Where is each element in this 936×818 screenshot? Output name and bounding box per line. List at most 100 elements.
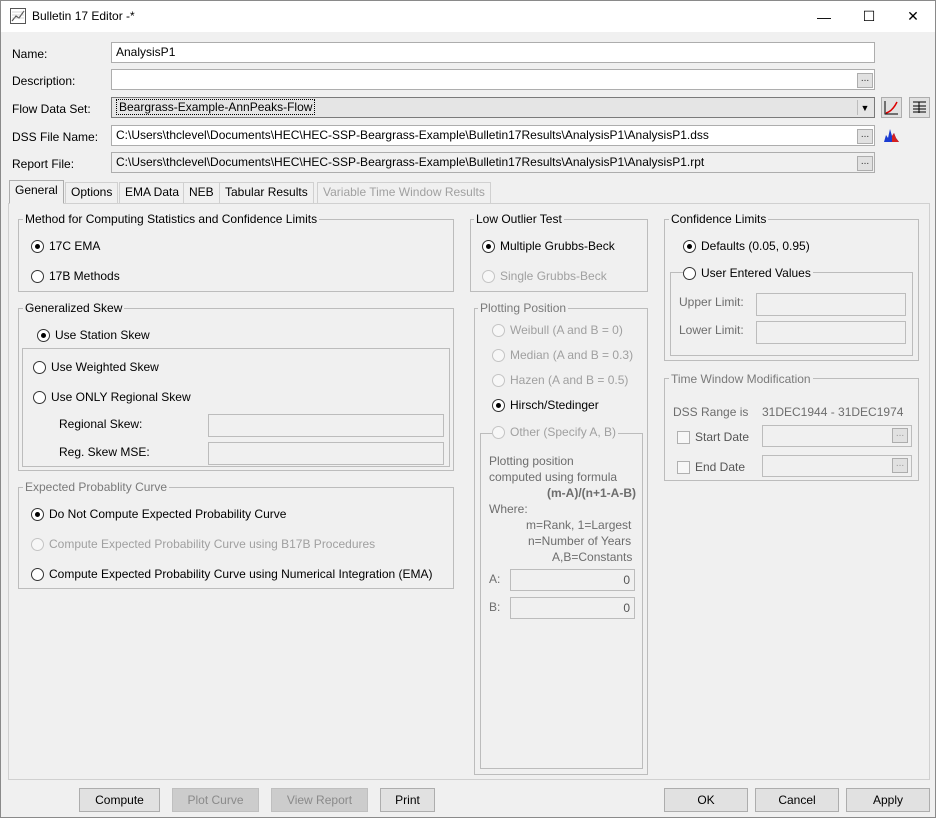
formula-expression: (m-A)/(n+1-A-B) — [547, 486, 636, 500]
weibull-radio: Weibull (A and B = 0) — [492, 323, 623, 337]
flow-data-set-value: Beargrass-Example-AnnPeaks-Flow — [116, 99, 316, 115]
radio-icon — [683, 266, 696, 280]
upper-limit-field[interactable] — [756, 293, 906, 316]
method-17c-ema-radio[interactable]: 17C EMA — [31, 239, 100, 253]
use-only-regional-skew-label: Use ONLY Regional Skew — [51, 390, 191, 404]
use-weighted-skew-label: Use Weighted Skew — [51, 360, 159, 374]
ok-button[interactable]: OK — [664, 788, 748, 812]
lower-limit-field[interactable] — [756, 321, 906, 344]
compute-epc-ema-label: Compute Expected Probability Curve using… — [49, 567, 433, 581]
dss-file-field[interactable]: C:\Users\thclevel\Documents\HEC\HEC-SSP-… — [111, 125, 875, 146]
regional-skew-label: Regional Skew: — [59, 417, 143, 431]
weibull-label: Weibull (A and B = 0) — [510, 323, 623, 337]
median-radio: Median (A and B = 0.3) — [492, 348, 633, 362]
a-field[interactable]: 0 — [510, 569, 635, 591]
defaults-radio[interactable]: Defaults (0.05, 0.95) — [683, 239, 810, 253]
user-entered-values-radio[interactable]: User Entered Values — [683, 266, 813, 280]
dss-view-button[interactable] — [881, 125, 902, 146]
end-date-checkbox[interactable]: End Date — [677, 460, 745, 474]
checkbox-icon — [677, 460, 690, 474]
name-field[interactable]: AnalysisP1 — [111, 42, 875, 63]
do-not-compute-epc-label: Do Not Compute Expected Probability Curv… — [49, 507, 287, 521]
single-grubbs-beck-radio: Single Grubbs-Beck — [482, 269, 607, 283]
name-label: Name: — [12, 47, 48, 61]
radio-selected-icon — [31, 239, 44, 253]
radio-icon — [492, 425, 505, 439]
cancel-button[interactable]: Cancel — [755, 788, 839, 812]
defaults-label: Defaults (0.05, 0.95) — [701, 239, 810, 253]
user-entered-values-label: User Entered Values — [701, 266, 811, 280]
time-window-title: Time Window Modification — [669, 372, 813, 386]
start-date-field[interactable] — [762, 425, 912, 447]
flow-data-set-label: Flow Data Set: — [12, 102, 91, 116]
minimize-button[interactable]: — — [801, 1, 847, 32]
chart-icon — [884, 101, 898, 115]
hazen-radio: Hazen (A and B = 0.5) — [492, 373, 628, 387]
plot-data-button[interactable] — [881, 97, 902, 118]
use-station-skew-radio[interactable]: Use Station Skew — [37, 328, 150, 342]
chevron-down-icon: ▼ — [857, 100, 872, 115]
b-label: B: — [489, 600, 501, 614]
radio-icon — [492, 323, 505, 337]
reg-skew-mse-field[interactable] — [208, 442, 444, 465]
hazen-label: Hazen (A and B = 0.5) — [510, 373, 629, 387]
regional-skew-field[interactable] — [208, 414, 444, 437]
low-outlier-title: Low Outlier Test — [474, 212, 564, 226]
tab-neb[interactable]: NEB — [183, 182, 220, 203]
other-ab-radio: Other (Specify A, B) — [492, 425, 619, 439]
multiple-grubbs-beck-radio[interactable]: Multiple Grubbs-Beck — [482, 239, 615, 253]
radio-selected-icon — [37, 328, 50, 342]
radio-icon — [482, 269, 495, 283]
formula-text-2: computed using formula — [489, 470, 618, 484]
where-constants: A,B=Constants — [552, 550, 633, 564]
report-file-label: Report File: — [12, 157, 75, 171]
tab-options[interactable]: Options — [65, 182, 119, 203]
start-date-checkbox[interactable]: Start Date — [677, 430, 749, 444]
minimize-icon: — — [817, 8, 831, 25]
b-field[interactable]: 0 — [510, 597, 635, 619]
radio-selected-icon — [31, 507, 44, 521]
where-label: Where: — [489, 502, 528, 516]
tab-ema-data[interactable]: EMA Data — [119, 182, 186, 203]
histogram-icon — [884, 129, 899, 142]
end-date-picker-button[interactable]: ... — [892, 458, 908, 473]
compute-epc-b17b-label: Compute Expected Probability Curve using… — [49, 537, 376, 551]
maximize-button[interactable]: ☐ — [846, 1, 892, 32]
plot-curve-button: Plot Curve — [172, 788, 259, 812]
other-ab-label: Other (Specify A, B) — [510, 425, 617, 439]
radio-icon — [33, 360, 46, 374]
method-17b-radio[interactable]: 17B Methods — [31, 269, 120, 283]
start-date-label: Start Date — [695, 430, 750, 444]
confidence-limits-title: Confidence Limits — [669, 212, 769, 226]
start-date-picker-button[interactable]: ... — [892, 428, 908, 443]
apply-button[interactable]: Apply — [846, 788, 930, 812]
tabulate-data-button[interactable] — [909, 97, 930, 118]
description-label: Description: — [12, 74, 76, 88]
compute-epc-ema-radio[interactable]: Compute Expected Probability Curve using… — [31, 567, 433, 581]
where-rank: m=Rank, 1=Largest — [526, 518, 632, 532]
description-field[interactable] — [111, 69, 875, 90]
tab-tabular-results[interactable]: Tabular Results — [219, 182, 314, 203]
use-only-regional-skew-radio[interactable]: Use ONLY Regional Skew — [33, 390, 191, 404]
dss-browse-button[interactable]: ... — [857, 129, 873, 144]
radio-icon — [492, 373, 505, 387]
flow-data-set-select[interactable]: Beargrass-Example-AnnPeaks-Flow ▼ — [111, 97, 875, 118]
report-browse-button[interactable]: ... — [857, 156, 873, 171]
dss-file-label: DSS File Name: — [12, 130, 99, 144]
print-button[interactable]: Print — [380, 788, 435, 812]
do-not-compute-epc-radio[interactable]: Do Not Compute Expected Probability Curv… — [31, 507, 286, 521]
report-file-field[interactable]: C:\Users\thclevel\Documents\HEC\HEC-SSP-… — [111, 152, 875, 173]
title-bar: Bulletin 17 Editor -* — ☐ ✕ — [1, 1, 935, 32]
tab-general[interactable]: General — [9, 180, 64, 204]
table-icon — [913, 101, 926, 113]
hirsch-stedinger-radio[interactable]: Hirsch/Stedinger — [492, 398, 599, 412]
app-icon — [10, 8, 26, 24]
hirsch-stedinger-label: Hirsch/Stedinger — [510, 398, 599, 412]
radio-selected-icon — [492, 398, 505, 412]
use-weighted-skew-radio[interactable]: Use Weighted Skew — [33, 360, 159, 374]
end-date-field[interactable] — [762, 455, 912, 477]
close-button[interactable]: ✕ — [890, 1, 936, 32]
compute-button[interactable]: Compute — [79, 788, 160, 812]
description-browse-button[interactable]: ... — [857, 73, 873, 88]
lower-limit-label: Lower Limit: — [679, 323, 744, 337]
